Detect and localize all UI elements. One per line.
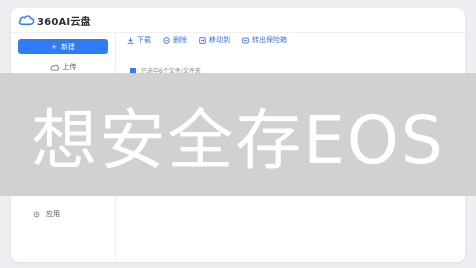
- title-bar: 360AI云盘: [11, 8, 465, 33]
- overlay-banner: 想安全存EOS: [0, 73, 476, 196]
- delete-button[interactable]: 删除: [163, 35, 187, 45]
- upload-button-label: 上传: [62, 63, 77, 71]
- app-logo[interactable]: 360AI云盘: [18, 13, 91, 28]
- app-logo-text: 360AI云盘: [37, 16, 91, 28]
- vault-icon: [242, 37, 249, 43]
- download-icon: [127, 37, 134, 44]
- file-toolbar: 下载 删除 移动到 转出保险箱: [127, 35, 287, 45]
- transfer-out-vault-button[interactable]: 转出保险箱: [242, 35, 287, 45]
- move-button[interactable]: 移动到: [199, 35, 230, 45]
- upload-cloud-icon: [49, 64, 59, 70]
- sidebar-item-apps-label: 应用: [46, 210, 60, 218]
- sidebar-item-apps[interactable]: 应用: [33, 209, 60, 219]
- move-icon: [199, 36, 206, 44]
- new-button-label: 新建: [60, 42, 75, 51]
- download-label: 下载: [137, 36, 151, 44]
- download-button[interactable]: 下载: [127, 35, 151, 45]
- move-label: 移动到: [209, 36, 230, 44]
- upload-button[interactable]: 上传: [18, 60, 108, 74]
- cloud-logo-icon: [18, 15, 35, 25]
- trash-icon: [163, 36, 170, 44]
- delete-label: 删除: [173, 36, 187, 44]
- plus-icon: +: [51, 42, 57, 51]
- new-button[interactable]: + 新建: [18, 39, 108, 54]
- apps-icon: [33, 211, 40, 217]
- overlay-banner-text: 想安全存EOS: [31, 101, 445, 179]
- transfer-out-vault-label: 转出保险箱: [252, 36, 287, 44]
